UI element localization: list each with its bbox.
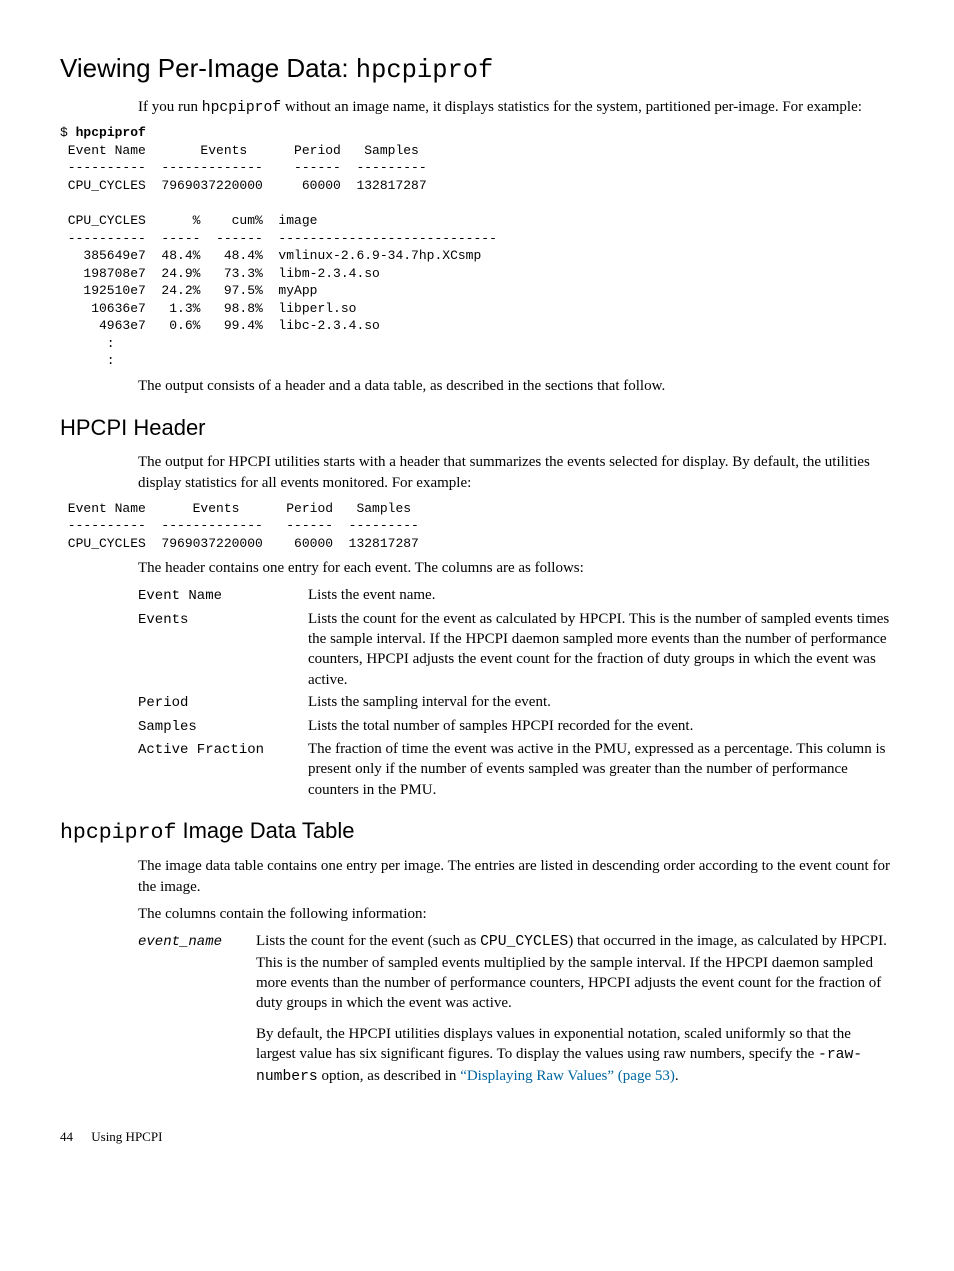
def-term: Active Fraction (138, 739, 308, 800)
def-row: event_name Lists the count for the event… (138, 931, 894, 1088)
text: without an image name, it displays stati… (281, 99, 862, 115)
para-image-table-2: The columns contain the following inform… (138, 904, 894, 925)
definition-list-image: event_name Lists the count for the event… (138, 931, 894, 1088)
def-term: Events (138, 609, 308, 690)
def-desc: Lists the count for the event (such as C… (256, 931, 894, 1088)
inline-code: hpcpiprof (202, 100, 281, 116)
def-desc: The fraction of time the event was activ… (308, 739, 894, 800)
page-footer: 44 Using HPCPI (60, 1128, 894, 1146)
code-header-example: Event Name Events Period Samples -------… (60, 500, 894, 553)
section-heading-image-table: hpcpiprof Image Data Table (60, 816, 894, 848)
def-desc: Lists the event name. (308, 585, 894, 607)
def-row: Active Fraction The fraction of time the… (138, 739, 894, 800)
link-displaying-raw-values[interactable]: “Displaying Raw Values” (page 53) (460, 1068, 675, 1084)
para-output-desc: The output consists of a header and a da… (138, 376, 894, 397)
def-desc: Lists the count for the event as calcula… (308, 609, 894, 690)
text: If you run (138, 99, 202, 115)
def-row: Samples Lists the total number of sample… (138, 716, 894, 738)
text: Lists the count for the event (such as (256, 933, 480, 949)
text: By default, the HPCPI utilities displays… (256, 1026, 851, 1062)
def-term: Samples (138, 716, 308, 738)
def-term: Period (138, 692, 308, 714)
text: option, as described in (318, 1068, 460, 1084)
para-columns-intro: The header contains one entry for each e… (138, 558, 894, 579)
def-desc: Lists the total number of samples HPCPI … (308, 716, 894, 738)
para-intro: If you run hpcpiprof without an image na… (138, 97, 894, 119)
footer-label: Using HPCPI (91, 1129, 162, 1144)
def-desc: Lists the sampling interval for the even… (308, 692, 894, 714)
heading-text: Viewing Per-Image Data: (60, 53, 356, 83)
section-heading-header: HPCPI Header (60, 413, 894, 444)
def-term: Event Name (138, 585, 308, 607)
section-heading-viewing: Viewing Per-Image Data: hpcpiprof (60, 50, 894, 89)
def-row: Events Lists the count for the event as … (138, 609, 894, 690)
para-image-table-1: The image data table contains one entry … (138, 856, 894, 898)
definition-list-header: Event Name Lists the event name. Events … (138, 585, 894, 800)
def-para-2: By default, the HPCPI utilities displays… (256, 1024, 894, 1088)
command: hpcpiprof (76, 125, 146, 140)
text: . (675, 1068, 679, 1084)
heading-code: hpcpiprof (60, 821, 176, 845)
page-number: 44 (60, 1128, 88, 1146)
heading-text: Image Data Table (176, 818, 354, 843)
inline-code: CPU_CYCLES (480, 934, 568, 950)
def-row: Period Lists the sampling interval for t… (138, 692, 894, 714)
heading-code: hpcpiprof (356, 56, 494, 85)
code-hpcpiprof-output: $ hpcpiprof Event Name Events Period Sam… (60, 124, 894, 370)
def-row: Event Name Lists the event name. (138, 585, 894, 607)
def-para-1: Lists the count for the event (such as C… (256, 931, 894, 1014)
prompt: $ (60, 125, 76, 140)
para-header-intro: The output for HPCPI utilities starts wi… (138, 452, 894, 494)
def-term: event_name (138, 931, 256, 1088)
